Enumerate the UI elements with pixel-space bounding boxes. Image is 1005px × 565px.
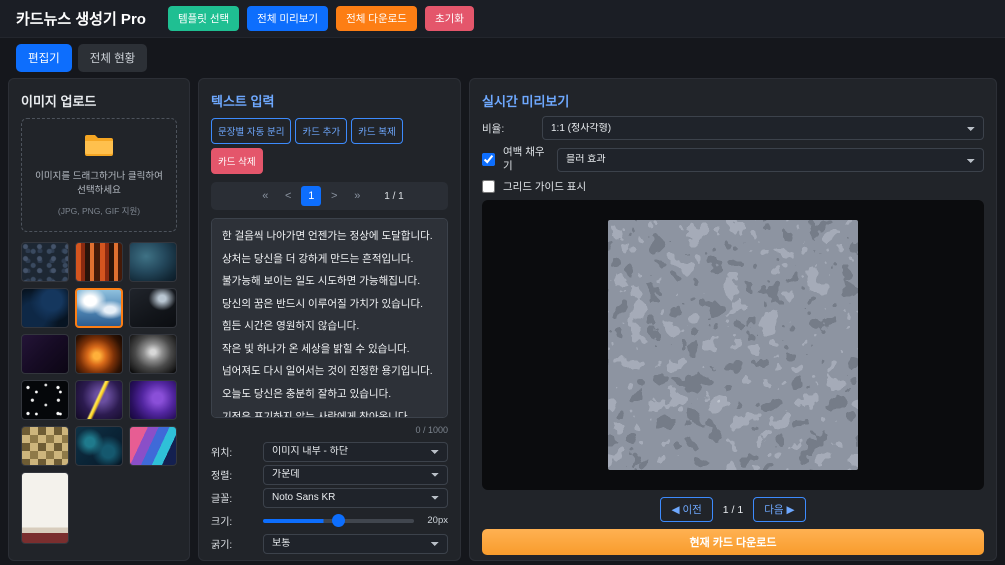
size-value: 20px	[427, 515, 448, 526]
line-spacing-label: 줄 간격:	[211, 559, 257, 560]
card-text-input[interactable]: 한 걸음씩 나아가면 언젠가는 정상에 도달합니다. 상처는 당신을 더 강하게…	[211, 218, 448, 418]
image-thumbnail[interactable]	[129, 287, 177, 328]
margin-fill-row: 여백 채우기 블러 효과	[482, 146, 984, 173]
align-label: 정렬:	[211, 471, 233, 482]
font-label: 글꼴:	[211, 494, 233, 505]
grid-guide-label: 그리드 가이드 표시	[503, 181, 587, 194]
ratio-select[interactable]: 1:1 (정사각형)	[542, 116, 984, 140]
pager-prev-button[interactable]: <	[278, 186, 298, 206]
size-slider[interactable]	[263, 518, 414, 523]
tab-editor[interactable]: 편집기	[16, 44, 72, 72]
position-select[interactable]: 이미지 내부 - 하단	[263, 441, 448, 462]
size-field: 크기: 20px	[211, 510, 448, 531]
folder-icon	[85, 135, 113, 156]
image-thumbnail[interactable]	[21, 241, 69, 282]
weight-label: 굵기:	[211, 540, 233, 551]
main-content: 이미지 업로드 이미지를 드래그하거나 클릭하여 선택하세요 (JPG, PNG…	[0, 78, 1005, 565]
thumbnail-grid	[21, 241, 177, 544]
download-all-button[interactable]: 전체 다운로드	[336, 6, 417, 31]
app-header: 카드뉴스 생성기 Pro 템플릿 선택 전체 미리보기 전체 다운로드 초기화	[0, 0, 1005, 38]
position-field: 위치: 이미지 내부 - 하단	[211, 441, 448, 462]
upload-panel-title: 이미지 업로드	[21, 94, 97, 109]
auto-split-button[interactable]: 문장별 자동 분리	[211, 118, 292, 144]
pager-page-button[interactable]: 1	[301, 186, 322, 206]
font-field: 글꼴: Noto Sans KR	[211, 487, 448, 508]
pager-indicator: 1 / 1	[384, 190, 404, 202]
preview-panel-title: 실시간 미리보기	[482, 94, 570, 109]
download-current-card-button[interactable]: 현재 카드 다운로드	[482, 529, 984, 556]
image-thumbnail[interactable]	[129, 241, 177, 282]
image-thumbnail[interactable]	[129, 425, 177, 466]
preview-page-indicator: 1 / 1	[722, 503, 744, 516]
image-thumbnail[interactable]	[21, 379, 69, 420]
live-preview-panel: 실시간 미리보기 비율: 1:1 (정사각형) 여백 채우기 블러 효과 그리드…	[469, 78, 997, 561]
pager-last-button[interactable]: »	[347, 186, 367, 206]
image-thumbnail-selected[interactable]	[75, 287, 123, 328]
position-label: 위치:	[211, 448, 233, 459]
template-select-button[interactable]: 템플릿 선택	[167, 6, 240, 31]
align-field: 정렬: 가운데	[211, 464, 448, 485]
margin-fill-checkbox[interactable]	[482, 153, 495, 167]
char-count: 0 / 1000	[415, 425, 448, 435]
image-thumbnail[interactable]	[129, 333, 177, 374]
image-dropzone[interactable]: 이미지를 드래그하거나 클릭하여 선택하세요 (JPG, PNG, GIF 지원…	[21, 118, 177, 232]
image-thumbnail[interactable]	[75, 333, 123, 374]
tab-bar: 편집기 전체 현황	[0, 38, 1005, 78]
preview-all-button[interactable]: 전체 미리보기	[247, 6, 329, 31]
image-thumbnail[interactable]	[129, 379, 177, 420]
dropzone-text: 이미지를 드래그하거나 클릭하여 선택하세요	[35, 171, 163, 197]
preview-canvas-area	[482, 200, 984, 491]
preview-nav: ◀ 이전 1 / 1 다음 ▶	[482, 497, 984, 523]
image-thumbnail[interactable]	[21, 471, 69, 544]
tab-overview[interactable]: 전체 현황	[77, 44, 148, 72]
text-input-panel: 텍스트 입력 문장별 자동 분리 카드 추가 카드 복제 카드 삭제 « < 1…	[198, 78, 461, 561]
margin-fill-label: 여백 채우기	[503, 146, 545, 172]
grid-guide-checkbox[interactable]	[482, 180, 495, 194]
grid-guide-row: 그리드 가이드 표시	[482, 179, 984, 194]
size-label: 크기:	[211, 517, 233, 528]
font-select[interactable]: Noto Sans KR	[263, 487, 448, 508]
weight-select[interactable]: 보통	[263, 533, 448, 554]
pager-first-button[interactable]: «	[255, 186, 275, 206]
delete-card-button[interactable]: 카드 삭제	[211, 148, 263, 174]
margin-fill-select[interactable]: 블러 효과	[557, 147, 984, 172]
image-thumbnail[interactable]	[75, 425, 123, 466]
line-spacing-field: 줄 간격: 1.2	[211, 556, 448, 560]
card-pager: « < 1 > » 1 / 1	[211, 182, 448, 210]
image-thumbnail[interactable]	[75, 241, 123, 282]
pager-next-button[interactable]: >	[324, 186, 344, 206]
image-thumbnail[interactable]	[21, 287, 69, 328]
app-title: 카드뉴스 생성기 Pro	[16, 11, 146, 28]
preview-card-image	[608, 220, 858, 471]
text-panel-title: 텍스트 입력	[211, 94, 275, 109]
add-card-button[interactable]: 카드 추가	[295, 118, 348, 144]
weight-field: 굵기: 보통	[211, 533, 448, 554]
image-thumbnail[interactable]	[21, 333, 69, 374]
next-card-button[interactable]: 다음 ▶	[753, 497, 806, 523]
image-upload-panel: 이미지 업로드 이미지를 드래그하거나 클릭하여 선택하세요 (JPG, PNG…	[8, 78, 190, 561]
align-select[interactable]: 가운데	[263, 464, 448, 485]
duplicate-card-button[interactable]: 카드 복제	[351, 118, 403, 144]
dropzone-hint: (JPG, PNG, GIF 지원)	[57, 205, 141, 216]
ratio-row: 비율: 1:1 (정사각형)	[482, 116, 984, 140]
image-thumbnail[interactable]	[21, 425, 69, 466]
reset-button[interactable]: 초기화	[424, 6, 474, 31]
image-thumbnail[interactable]	[75, 379, 123, 420]
ratio-label: 비율:	[482, 122, 505, 135]
prev-card-button[interactable]: ◀ 이전	[660, 497, 713, 523]
card-actions: 문장별 자동 분리 카드 추가 카드 복제 카드 삭제	[211, 118, 448, 174]
